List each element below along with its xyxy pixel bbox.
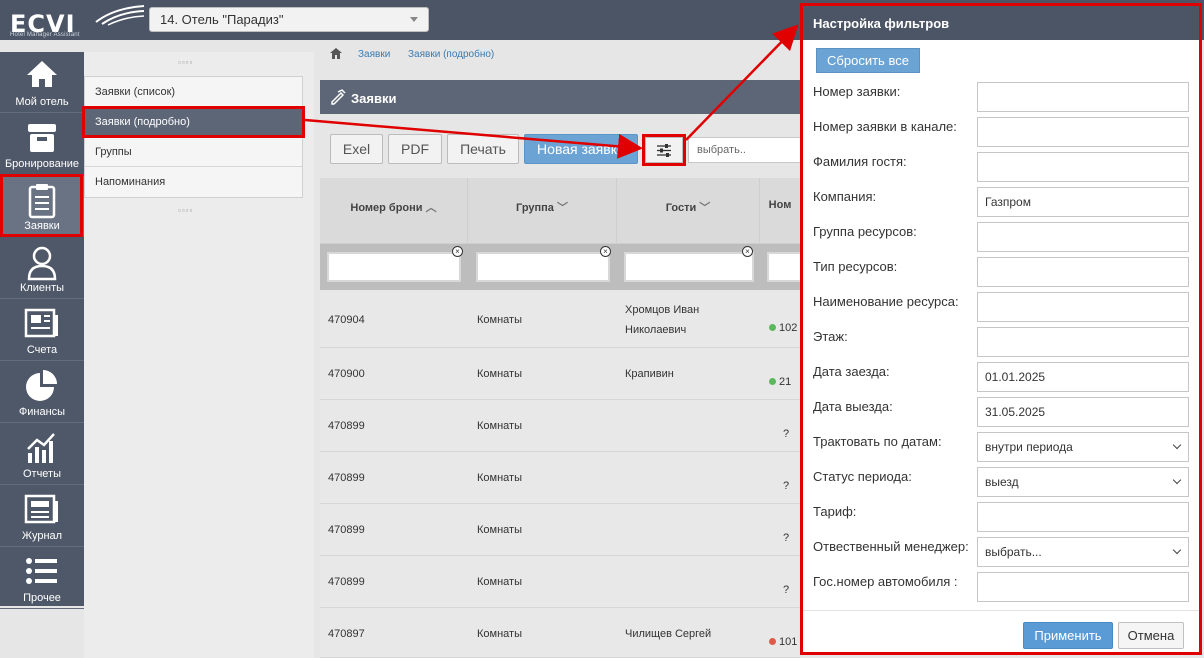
annotation-arrows bbox=[304, 24, 799, 159]
arrow-to-filter-panel bbox=[685, 24, 799, 141]
arrow-to-filter-button bbox=[304, 118, 643, 159]
